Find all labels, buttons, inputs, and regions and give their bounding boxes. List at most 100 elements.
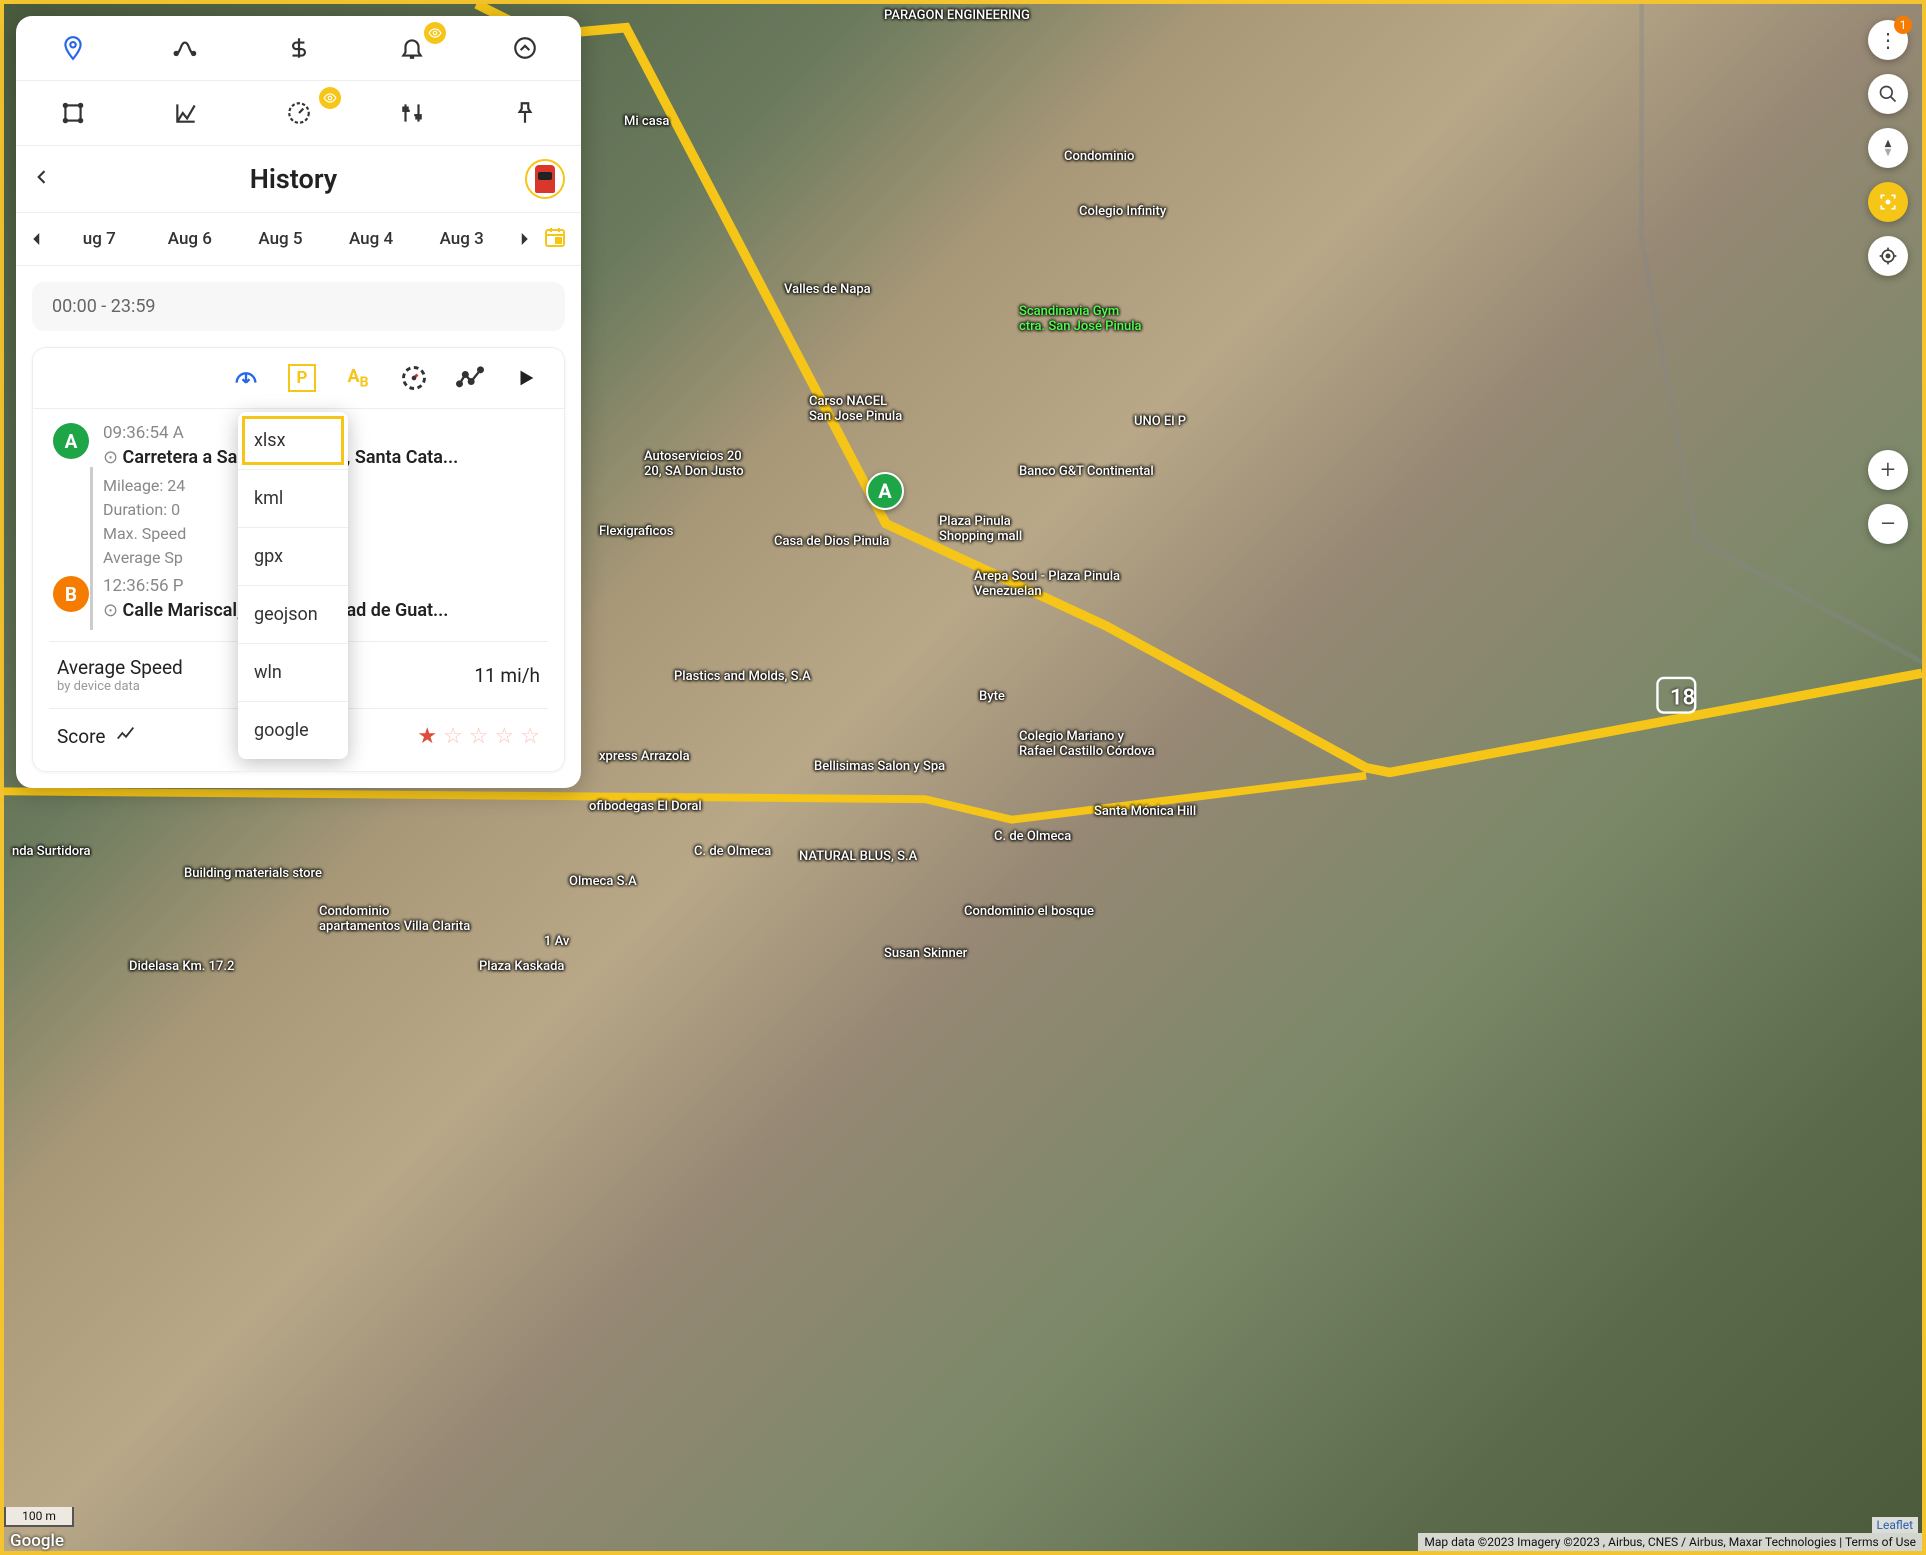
poi-label: Flexigraficos <box>599 524 673 539</box>
date-prev[interactable] <box>22 219 52 259</box>
poi-label: Building materials store <box>184 866 322 881</box>
poi-label: Mi casa <box>624 114 669 129</box>
date-3[interactable]: Aug 4 <box>328 229 415 249</box>
poi-label: Scandinavia Gymctra. San José Pinula <box>1019 304 1142 334</box>
tab-notifications[interactable] <box>355 16 468 80</box>
top-tabs-row-1 <box>16 16 581 81</box>
avg-speed-sub: by device data <box>57 679 183 694</box>
poi-label: Plastics and Molds, S.A <box>674 669 811 684</box>
locate-button[interactable] <box>1868 236 1908 276</box>
eye-badge-icon <box>319 87 341 109</box>
poi-label: Banco G&T Continental <box>1019 464 1154 479</box>
trip-actions: xlsx kml gpx geojson wln google P AB <box>33 348 564 409</box>
poi-label: Condominioapartamentos Villa Clarita <box>319 904 470 934</box>
top-tabs-row-2 <box>16 81 581 145</box>
time-range-input[interactable]: 00:00 - 23:59 <box>32 282 565 331</box>
poi-label: Didelasa Km. 17.2 <box>129 959 234 974</box>
poi-label: UNO El P <box>1134 414 1186 429</box>
export-xlsx[interactable]: xlsx <box>238 412 348 470</box>
poi-label: NATURAL BLUS, S.A <box>799 849 917 864</box>
poi-label: Carso NACELSan Jose Pinula <box>809 394 902 424</box>
zoom-controls: + − <box>1868 450 1908 544</box>
poi-label: Valles de Napa <box>784 282 871 297</box>
tab-geofence[interactable] <box>16 81 129 145</box>
compass-button[interactable] <box>1868 128 1908 168</box>
avg-speed-label: Average Speed <box>57 656 183 679</box>
poi-label: Casa de Dios Pinula <box>774 534 889 549</box>
poi-label: Colegio Mariano yRafael Castillo Córdova <box>1019 729 1155 759</box>
poi-label: Autoservicios 2020, SA Don Justo <box>644 449 744 479</box>
zoom-out-button[interactable]: − <box>1868 504 1908 544</box>
poi-label: nda Surtidora <box>12 844 91 859</box>
tab-pin[interactable] <box>468 81 581 145</box>
calendar-icon[interactable] <box>543 225 571 253</box>
leaflet-badge[interactable]: Leaflet <box>1872 1517 1918 1533</box>
tab-dashboard[interactable] <box>242 81 355 145</box>
score-stars: ★ ☆ ☆ ☆ ☆ <box>417 724 540 749</box>
page-title: History <box>62 163 525 195</box>
trip-card: xlsx kml gpx geojson wln google P AB A 0… <box>32 347 565 772</box>
export-dropdown: xlsx kml gpx geojson wln google <box>238 412 348 759</box>
track-icon[interactable] <box>456 364 484 392</box>
star-4: ☆ <box>495 724 515 749</box>
map-waypoint-a[interactable]: A <box>866 472 904 510</box>
poi-label: Plaza Kaskada <box>479 959 564 974</box>
poi-label: xpress Arrazola <box>599 749 690 764</box>
star-2: ☆ <box>443 724 463 749</box>
play-icon[interactable] <box>512 364 540 392</box>
poi-label: Bellisimas Salon y Spa <box>814 759 945 774</box>
poi-label: Plaza PinulaShopping mall <box>939 514 1022 544</box>
focus-button[interactable] <box>1868 182 1908 222</box>
avg-speed-value: 11 mi/h <box>474 664 540 687</box>
search-button[interactable] <box>1868 74 1908 114</box>
download-icon[interactable]: xlsx kml gpx geojson wln google <box>232 364 260 392</box>
zoom-in-button[interactable]: + <box>1868 450 1908 490</box>
menu-button[interactable]: ⋮ <box>1868 20 1908 60</box>
parking-icon[interactable]: P <box>288 364 316 392</box>
poi-label: C. de Olmeca <box>994 829 1071 844</box>
tab-route[interactable] <box>129 16 242 80</box>
back-button[interactable] <box>32 167 62 191</box>
export-wln[interactable]: wln <box>238 644 348 702</box>
sidebar-panel: History ug 7 Aug 6 Aug 5 Aug 4 Aug 3 00:… <box>16 16 581 788</box>
tab-settings[interactable] <box>355 81 468 145</box>
tab-collapse[interactable] <box>468 16 581 80</box>
export-gpx[interactable]: gpx <box>238 528 348 586</box>
svg-text:18: 18 <box>1670 686 1695 711</box>
poi-label: Santa Mónica Hill <box>1094 804 1196 819</box>
date-selector: ug 7 Aug 6 Aug 5 Aug 4 Aug 3 <box>16 213 581 266</box>
poi-label: PARAGON ENGINEERING <box>884 8 1030 23</box>
poi-label: Colegio Infinity <box>1079 204 1166 219</box>
export-kml[interactable]: kml <box>238 470 348 528</box>
score-label: Score <box>57 725 105 748</box>
vehicle-avatar[interactable] <box>525 159 565 199</box>
date-1[interactable]: Aug 6 <box>147 229 234 249</box>
tab-money[interactable] <box>242 16 355 80</box>
map-controls: ⋮ <box>1868 20 1908 276</box>
star-1: ★ <box>417 724 437 749</box>
score-chart-icon[interactable] <box>115 723 137 749</box>
poi-label: Condominio el bosque <box>964 904 1094 919</box>
export-google[interactable]: google <box>238 702 348 759</box>
poi-label: 1 Av <box>544 934 569 949</box>
eye-badge-icon <box>424 22 446 44</box>
date-0[interactable]: ug 7 <box>56 229 143 249</box>
star-5: ☆ <box>520 724 540 749</box>
ab-icon[interactable]: AB <box>344 364 372 392</box>
date-4[interactable]: Aug 3 <box>418 229 505 249</box>
waypoint-a-badge: A <box>53 423 89 459</box>
gauge-icon[interactable] <box>400 364 428 392</box>
history-header: History <box>16 145 581 213</box>
poi-label: Byte <box>979 689 1005 704</box>
poi-label: Arepa Soul - Plaza PinulaVenezuelan <box>974 569 1120 599</box>
poi-label: Condominio <box>1064 149 1134 164</box>
tab-location[interactable] <box>16 16 129 80</box>
star-3: ☆ <box>469 724 489 749</box>
date-2[interactable]: Aug 5 <box>237 229 324 249</box>
export-geojson[interactable]: geojson <box>238 586 348 644</box>
date-next[interactable] <box>509 219 539 259</box>
poi-label: Susan Skinner <box>884 946 967 961</box>
poi-label: Olmeca S.A <box>569 874 637 889</box>
poi-label: ofibodegas El Doral <box>589 799 702 814</box>
tab-reports[interactable] <box>129 81 242 145</box>
